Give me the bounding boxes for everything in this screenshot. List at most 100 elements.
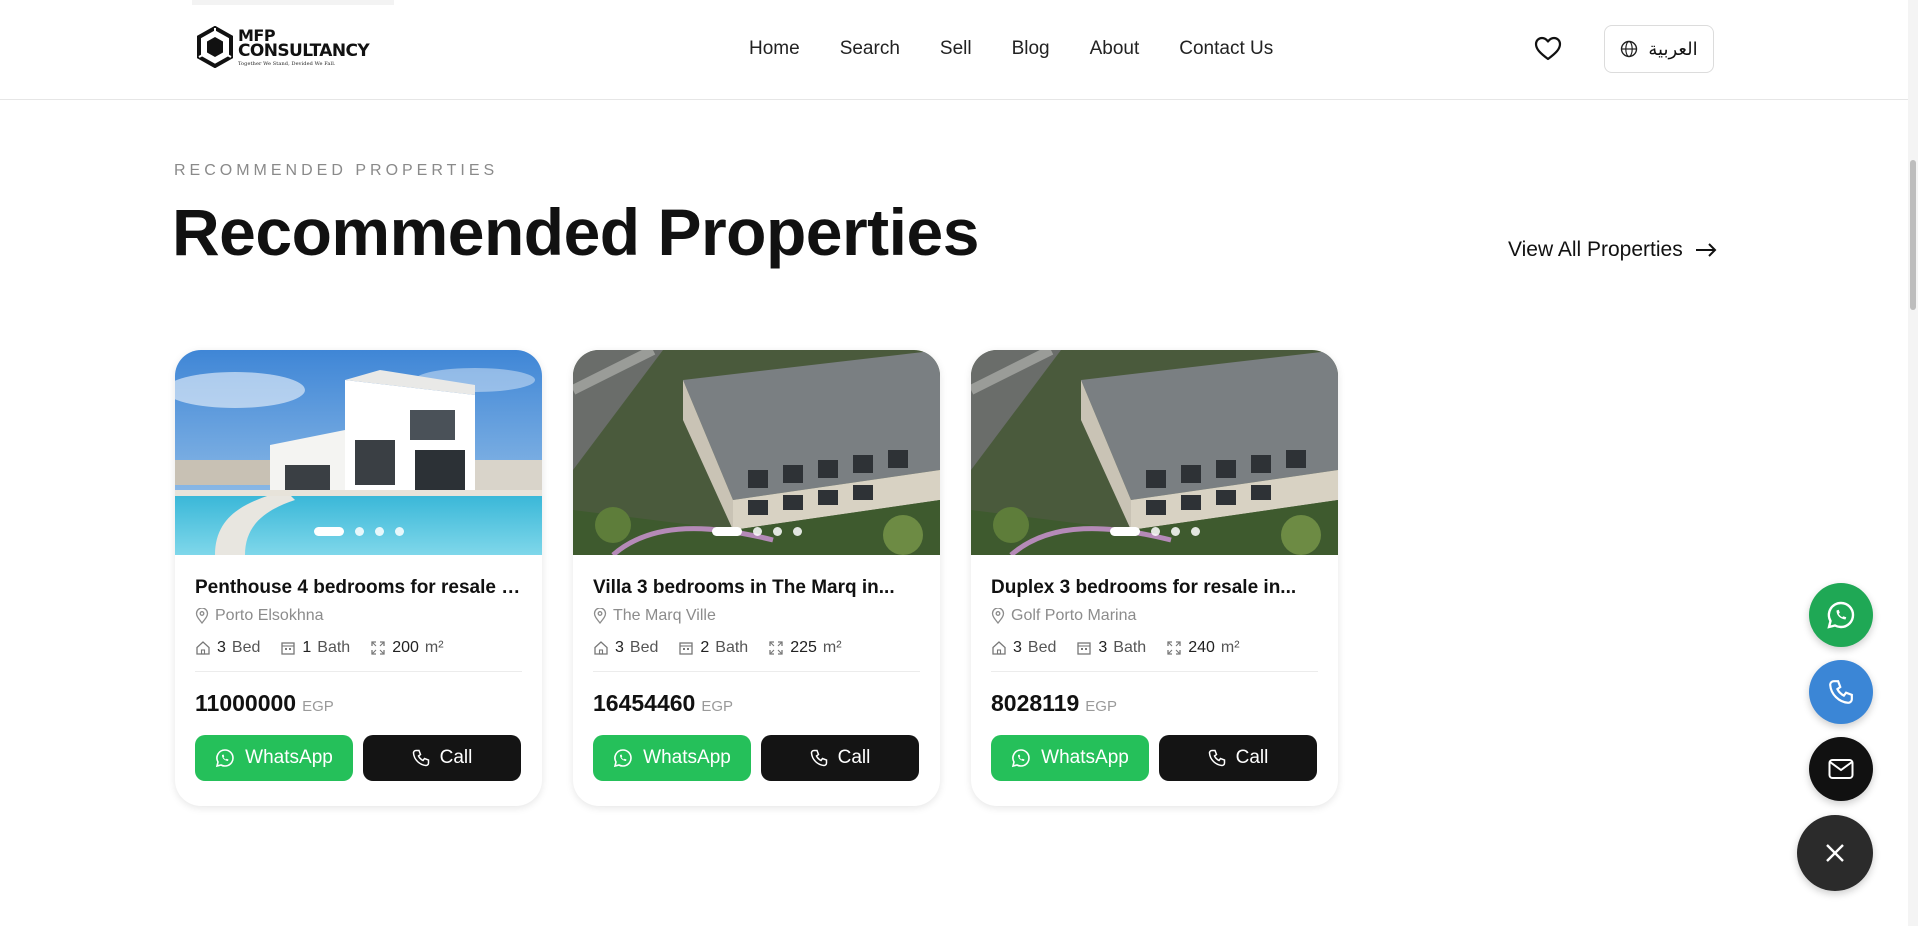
phone-icon [810, 749, 827, 767]
feature-beds: 3 Bed [195, 639, 260, 657]
price-currency: EGP [302, 698, 334, 715]
whatsapp-icon [614, 749, 632, 768]
page-scrollbar[interactable] [1908, 0, 1918, 926]
property-image-carousel[interactable] [971, 350, 1338, 555]
location-pin-icon [195, 608, 209, 624]
feature-baths: 1 Bath [280, 639, 350, 657]
arrow-right-icon [1695, 243, 1717, 257]
property-card[interactable]: Duplex 3 bedrooms for resale in... Golf … [971, 350, 1338, 806]
beds-label: Bed [231, 639, 261, 656]
header-accent-line [192, 0, 394, 5]
house-icon [196, 641, 210, 655]
baths-value: 2 [700, 639, 710, 656]
nav-blog[interactable]: Blog [1012, 38, 1050, 60]
carousel-dot[interactable] [711, 527, 742, 536]
section-eyebrow: RECOMMENDED PROPERTIES [174, 162, 499, 179]
whatsapp-button[interactable]: WhatsApp [195, 735, 353, 781]
property-image-carousel[interactable] [175, 350, 542, 555]
property-title[interactable]: Villa 3 bedrooms in The Marq in... [593, 577, 920, 599]
baths-value: 3 [1098, 639, 1108, 656]
price-currency: EGP [701, 698, 734, 715]
view-all-properties-link[interactable]: View All Properties [1508, 238, 1717, 262]
beds-value: 3 [1013, 639, 1022, 656]
nav-search[interactable]: Search [840, 38, 900, 60]
baths-label: Bath [1113, 639, 1147, 656]
beds-value: 3 [217, 639, 226, 656]
location-label: The Marq Ville [613, 607, 716, 624]
property-features: 3 Bed 2 Bath 225 m² [593, 639, 920, 672]
logo-line2: CONSULTANCY [238, 40, 370, 61]
nav-sell[interactable]: Sell [940, 38, 972, 60]
carousel-dot[interactable] [313, 527, 344, 536]
feature-beds: 3 Bed [991, 639, 1056, 657]
carousel-dot[interactable] [1190, 527, 1200, 536]
feature-area: 200 m² [370, 639, 444, 657]
property-title[interactable]: Duplex 3 bedrooms for resale in... [991, 577, 1318, 599]
call-button[interactable]: Call [1159, 735, 1317, 781]
whatsapp-label: WhatsApp [245, 747, 333, 768]
expand-icon [769, 641, 783, 655]
floating-whatsapp-button[interactable] [1809, 583, 1873, 647]
site-header: MFP CONSULTANCY Together We Stand, Devid… [0, 0, 1908, 100]
call-button[interactable]: Call [761, 735, 919, 781]
whatsapp-icon [1827, 601, 1855, 629]
area-value: 240 [1188, 639, 1215, 656]
property-image-carousel[interactable] [573, 350, 940, 555]
whatsapp-button[interactable]: WhatsApp [991, 735, 1149, 781]
site-logo[interactable]: MFP CONSULTANCY Together We Stand, Devid… [196, 26, 370, 68]
logo-tagline: Together We Stand, Devided We Fall. [238, 60, 336, 67]
property-location: Golf Porto Marina [991, 607, 1318, 625]
feature-beds: 3 Bed [593, 639, 658, 657]
price-currency: EGP [1085, 698, 1117, 715]
property-features: 3 Bed 3 Bath 240 m² [991, 639, 1318, 672]
main-nav: Home Search Sell Blog About Contact Us [749, 38, 1273, 60]
building-icon [281, 642, 296, 655]
card-actions: WhatsApp Call [991, 735, 1318, 781]
carousel-dot[interactable] [374, 527, 384, 536]
close-icon [1826, 844, 1844, 862]
property-price: 16454460 EGP [593, 690, 920, 717]
scrollbar-thumb[interactable] [1910, 160, 1916, 310]
property-card[interactable]: Villa 3 bedrooms in The Marq in... The M… [573, 350, 940, 806]
call-button[interactable]: Call [363, 735, 521, 781]
language-switch-button[interactable]: العربية [1604, 25, 1714, 73]
area-value: 225 [790, 639, 817, 656]
carousel-dot[interactable] [354, 527, 364, 536]
property-title[interactable]: Penthouse 4 bedrooms for resale i... [195, 577, 522, 599]
feature-area: 225 m² [768, 639, 842, 657]
carousel-dot[interactable] [1170, 527, 1180, 536]
carousel-dot[interactable] [772, 527, 782, 536]
whatsapp-icon [216, 749, 234, 768]
card-actions: WhatsApp Call [195, 735, 522, 781]
beds-label: Bed [1027, 639, 1057, 656]
carousel-dot[interactable] [394, 527, 404, 536]
floating-email-button[interactable] [1809, 737, 1873, 801]
baths-label: Bath [715, 639, 749, 656]
favorites-button[interactable] [1534, 36, 1562, 62]
building-icon [1077, 642, 1092, 655]
carousel-dot[interactable] [752, 527, 762, 536]
location-label: Porto Elsokhna [215, 607, 324, 624]
floating-call-button[interactable] [1809, 660, 1873, 724]
nav-contact-us[interactable]: Contact Us [1179, 38, 1273, 60]
carousel-dots [971, 527, 1338, 536]
property-features: 3 Bed 1 Bath 200 m² [195, 639, 522, 672]
nav-home[interactable]: Home [749, 38, 800, 60]
floating-menu-close-button[interactable] [1797, 815, 1873, 891]
card-actions: WhatsApp Call [593, 735, 920, 781]
whatsapp-button[interactable]: WhatsApp [593, 735, 751, 781]
expand-icon [371, 641, 385, 655]
call-label: Call [837, 747, 871, 768]
nav-about[interactable]: About [1090, 38, 1140, 60]
logo-mark-icon [197, 26, 233, 68]
feature-baths: 3 Bath [1076, 639, 1146, 657]
carousel-dots [573, 527, 940, 536]
house-icon [594, 641, 608, 655]
property-location: Porto Elsokhna [195, 607, 522, 625]
baths-value: 1 [302, 639, 312, 656]
property-card[interactable]: Penthouse 4 bedrooms for resale i... Por… [175, 350, 542, 806]
carousel-dot[interactable] [1150, 527, 1160, 536]
carousel-dot[interactable] [792, 527, 802, 536]
location-pin-icon [991, 608, 1005, 624]
carousel-dot[interactable] [1109, 527, 1140, 536]
